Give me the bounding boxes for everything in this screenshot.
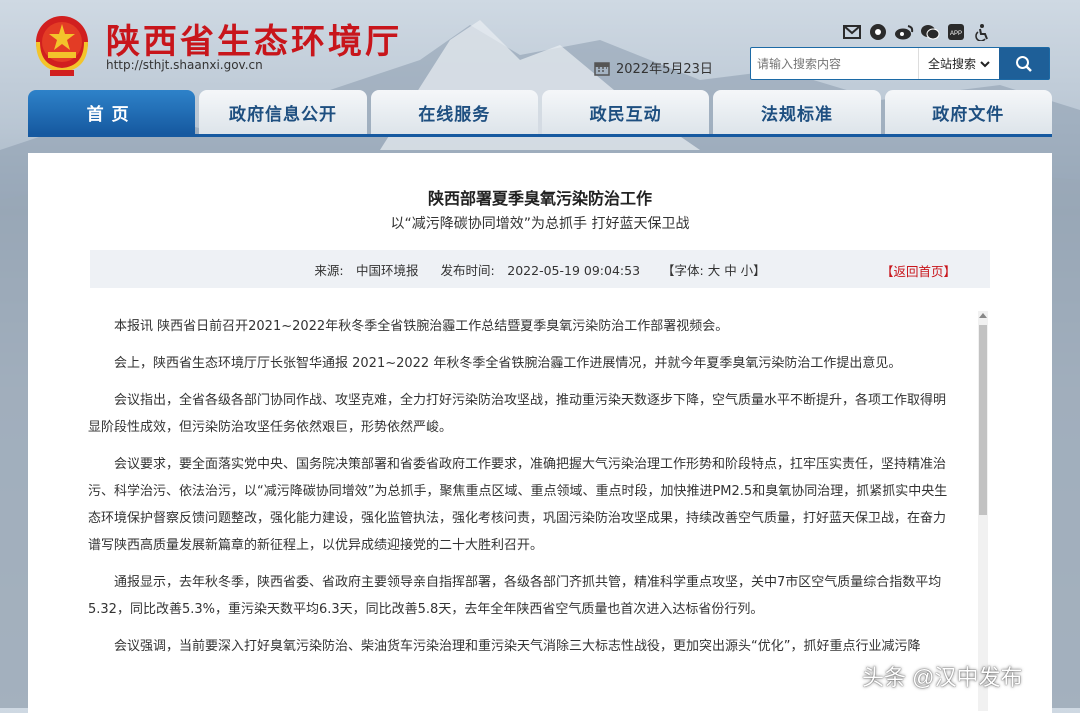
tab-regulations[interactable]: 法规标准 bbox=[713, 90, 881, 134]
article-paragraph: 本报讯 陕西省日前召开2021~2022年秋冬季全省铁腕治霾工作总结暨夏季臭氧污… bbox=[114, 319, 729, 334]
tab-interaction[interactable]: 政民互动 bbox=[541, 90, 710, 134]
watermark: 头条 @汉中发布 bbox=[862, 665, 1023, 690]
wechat-icon[interactable] bbox=[920, 22, 940, 42]
article-paragraph: 会上，陕西省生态环境厅厅长张智华通报 2021~2022 年秋冬季全省铁腕治霾工… bbox=[114, 356, 902, 371]
site-title[interactable]: 陕西省生态环境厅 bbox=[106, 14, 402, 63]
scrollbar-thumb[interactable] bbox=[979, 325, 987, 515]
search-icon bbox=[1016, 55, 1032, 72]
current-date: 2022年5月23日 bbox=[616, 62, 713, 77]
main-nav: 首页 政府信息公开 在线服务 政民互动 法规标准 政府文件 bbox=[28, 90, 1052, 134]
accessibility-icon[interactable] bbox=[972, 22, 992, 42]
article-title: 陕西部署夏季臭氧污染防治工作 bbox=[427, 189, 652, 208]
search-button[interactable] bbox=[999, 48, 1049, 79]
search-input[interactable] bbox=[751, 48, 918, 79]
article-source: 来源: 中国环境报 bbox=[314, 262, 419, 278]
weibo-icon[interactable] bbox=[894, 22, 914, 42]
mail-icon[interactable] bbox=[842, 22, 862, 42]
date-display: 2022年5月23日 bbox=[594, 58, 713, 77]
scroll-up-icon[interactable] bbox=[979, 313, 987, 318]
app-icon[interactable]: APP bbox=[946, 22, 966, 42]
tab-online-service[interactable]: 在线服务 bbox=[370, 90, 538, 134]
article-paragraph: 会议强调，当前要深入打好臭氧污染防治、柴油货车污染治理和重污染天气消除三大标志性… bbox=[114, 639, 921, 654]
site-url: http://sthjt.shaanxi.gov.cn bbox=[106, 58, 263, 72]
article-paragraph: 通报显示，去年秋冬季，陕西省委、省政府主要领导亲自指挥部署，各级各部门齐抓共管，… bbox=[88, 575, 942, 617]
article-paragraph: 会议要求，要全面落实党中央、国务院决策部署和省委省政府工作要求，准确把握大气污染… bbox=[88, 457, 948, 553]
national-emblem-icon bbox=[36, 16, 88, 76]
article-scrollbar[interactable] bbox=[978, 311, 988, 711]
article-body: 本报讯 陕西省日前召开2021~2022年秋冬季全省铁腕治霾工作总结暨夏季臭氧污… bbox=[88, 313, 958, 713]
article-panel: 陕西部署夏季臭氧污染防治工作 以“减污降碳协同增效”为总抓手 打好蓝天保卫战 来… bbox=[28, 153, 1052, 713]
search-scope-select[interactable]: 全站搜索 bbox=[918, 48, 999, 79]
search-bar: 全站搜索 bbox=[750, 47, 1050, 80]
chevron-down-icon bbox=[980, 60, 990, 67]
tab-home[interactable]: 首页 bbox=[28, 90, 196, 134]
svg-text:APP: APP bbox=[950, 31, 962, 37]
header-icon-bar: APP bbox=[842, 22, 992, 42]
tab-gov-documents[interactable]: 政府文件 bbox=[884, 90, 1052, 134]
calendar-icon bbox=[594, 61, 610, 76]
search-scope-label: 全站搜索 bbox=[927, 57, 976, 71]
tab-gov-info[interactable]: 政府信息公开 bbox=[199, 90, 367, 134]
back-home-link[interactable]: 【返回首页】 bbox=[881, 261, 956, 280]
article-published: 发布时间: 2022-05-19 09:04:53 bbox=[440, 262, 641, 278]
nav-underline bbox=[28, 134, 1052, 137]
article-subtitle: 以“减污降碳协同增效”为总抓手 打好蓝天保卫战 bbox=[390, 216, 690, 232]
article-paragraph: 会议指出，全省各级各部门协同作战、攻坚克难，全力打好污染防治攻坚战，推动重污染天… bbox=[88, 393, 947, 435]
article-meta-bar: 来源: 中国环境报 发布时间: 2022-05-19 09:04:53 【字体:… bbox=[90, 250, 990, 288]
font-size-control[interactable]: 【字体: 大 中 小】 bbox=[662, 260, 766, 279]
circle-icon[interactable] bbox=[868, 22, 888, 42]
